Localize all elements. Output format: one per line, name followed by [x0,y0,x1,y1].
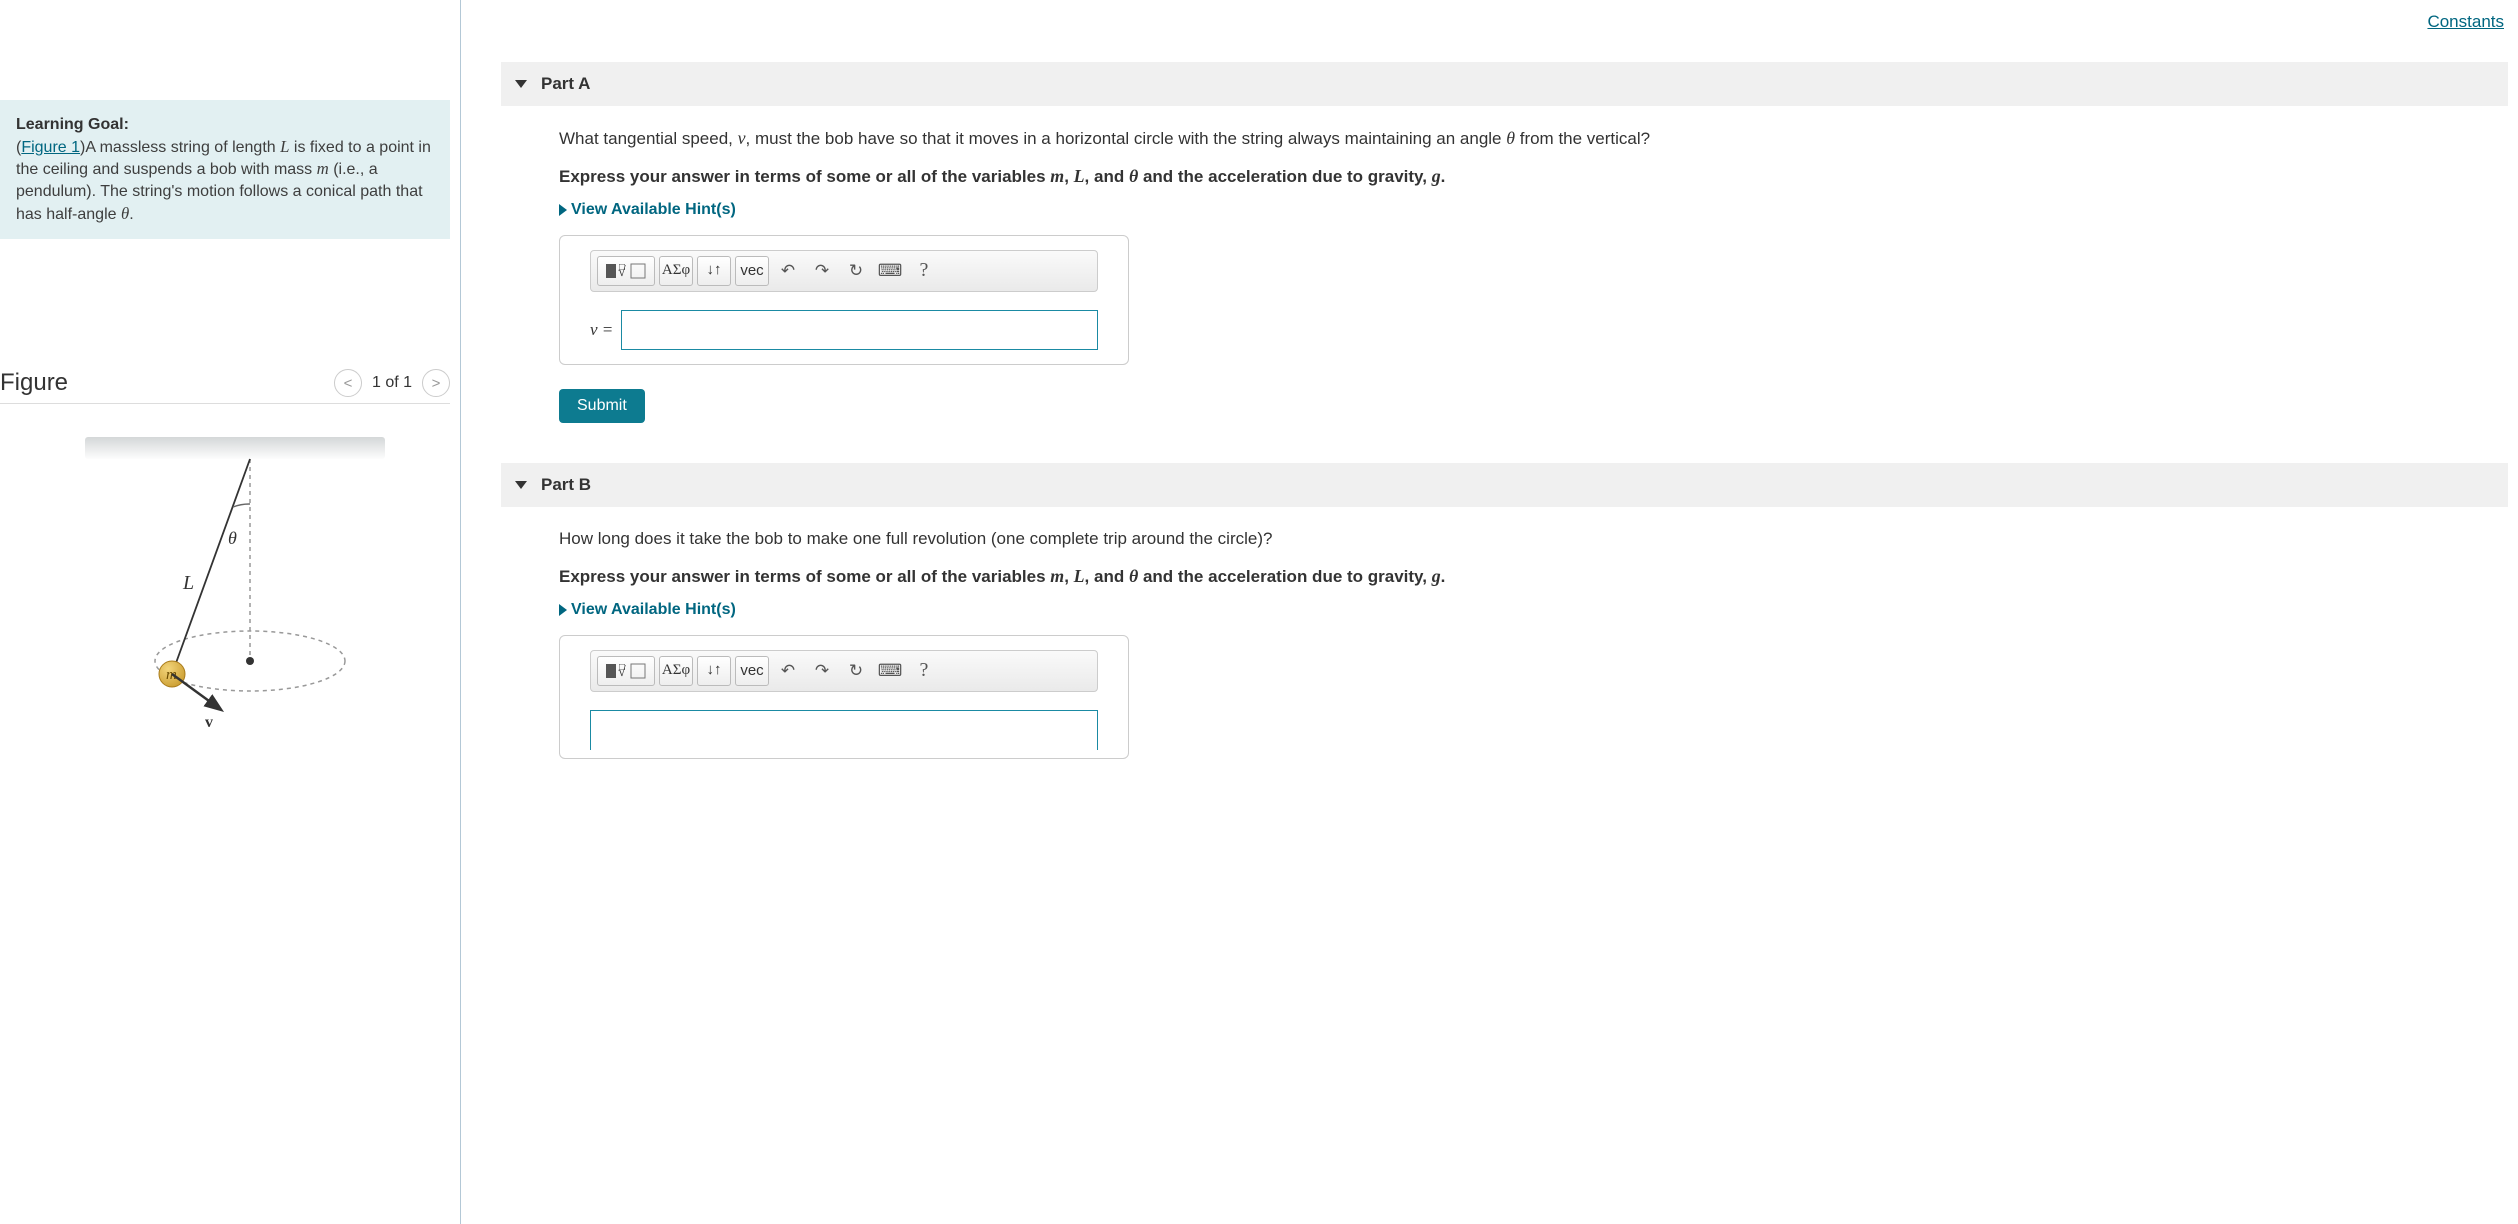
learning-goal-heading: Learning Goal: [16,116,129,133]
part-a-title: Part A [541,74,590,94]
vec-button[interactable]: vec [735,656,769,686]
reset-icon[interactable]: ↻ [841,656,871,686]
subsup-button[interactable]: ↓↑ [697,256,731,286]
part-a-answer-input[interactable] [621,310,1098,350]
part-b-toolbar: □ √ ΑΣφ ↓↑ vec ↶ ↷ ↻ ⌨ ? [590,650,1098,692]
svg-label-L: L [182,572,194,594]
redo-icon[interactable]: ↷ [807,256,837,286]
part-b-question: How long does it take the bob to make on… [559,527,2494,552]
redo-icon[interactable]: ↷ [807,656,837,686]
expand-icon [559,204,567,216]
part-b-body: How long does it take the bob to make on… [501,507,2508,769]
part-a-instructions: Express your answer in terms of some or … [559,166,2494,187]
left-column: Learning Goal: (Figure 1)A massless stri… [0,0,460,1224]
vec-button[interactable]: vec [735,256,769,286]
collapse-icon[interactable] [515,80,527,88]
figure-next-button[interactable]: > [422,369,450,397]
part-b-answer-box: □ √ ΑΣφ ↓↑ vec ↶ ↷ ↻ ⌨ ? [559,635,1129,759]
part-b-instructions: Express your answer in terms of some or … [559,566,2494,587]
figure-prev-button[interactable]: < [334,369,362,397]
subsup-button[interactable]: ↓↑ [697,656,731,686]
part-a-submit-button[interactable]: Submit [559,389,645,423]
part-a-answer-box: □ √ ΑΣφ ↓↑ vec ↶ ↷ ↻ ⌨ ? v = [559,235,1129,365]
part-b-title: Part B [541,475,591,495]
templates-button[interactable]: □ √ [597,656,655,686]
learning-goal-box: Learning Goal: (Figure 1)A massless stri… [0,100,450,239]
undo-icon[interactable]: ↶ [773,256,803,286]
svg-text:√: √ [618,665,626,680]
part-a-toolbar: □ √ ΑΣφ ↓↑ vec ↶ ↷ ↻ ⌨ ? [590,250,1098,292]
constants-link[interactable]: Constants [2427,12,2504,31]
var-m: m [317,159,329,178]
figure-diagram: θ L m v [0,429,450,739]
part-a-lhs: v = [590,320,613,340]
greek-button[interactable]: ΑΣφ [659,656,693,686]
help-icon[interactable]: ? [909,256,939,286]
part-b-answer-input[interactable] [590,710,1098,750]
right-column: Constants Part A What tangential speed, … [460,0,2518,1224]
keyboard-icon[interactable]: ⌨ [875,656,905,686]
expand-icon [559,604,567,616]
undo-icon[interactable]: ↶ [773,656,803,686]
part-b-header[interactable]: Part B [501,463,2508,507]
svg-label-v: v [205,714,213,731]
part-a-question: What tangential speed, v, must the bob h… [559,126,2494,152]
greek-button[interactable]: ΑΣφ [659,256,693,286]
templates-button[interactable]: □ √ [597,256,655,286]
help-icon[interactable]: ? [909,656,939,686]
part-a-header[interactable]: Part A [501,62,2508,106]
var-theta: θ [121,204,129,223]
svg-label-theta: θ [228,528,237,548]
svg-text:√: √ [618,265,626,280]
collapse-icon[interactable] [515,481,527,489]
keyboard-icon[interactable]: ⌨ [875,256,905,286]
figure-1-link[interactable]: Figure 1 [21,139,80,156]
part-a-body: What tangential speed, v, must the bob h… [501,106,2508,375]
figure-counter: 1 of 1 [372,374,412,392]
figure-block: Figure < 1 of 1 > [0,369,450,739]
part-b-hints-toggle[interactable]: View Available Hint(s) [559,601,2494,619]
figure-title: Figure [0,369,334,397]
part-a-hints-toggle[interactable]: View Available Hint(s) [559,201,2494,219]
reset-icon[interactable]: ↻ [841,256,871,286]
